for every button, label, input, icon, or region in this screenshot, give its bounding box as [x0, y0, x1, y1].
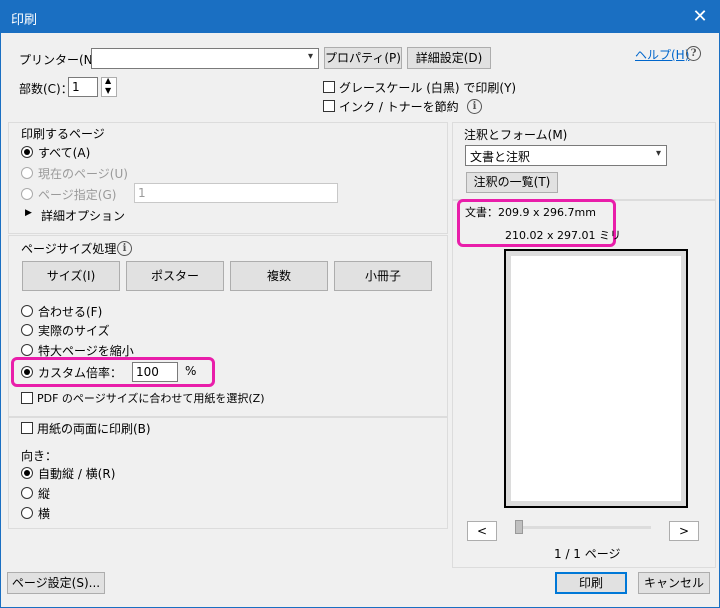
properties-button[interactable]: プロパティ(P) [324, 47, 402, 69]
actual-size-label: 実際のサイズ [38, 324, 110, 338]
copies-label: 部数(C)： [19, 82, 73, 96]
current-page-radio[interactable] [21, 167, 33, 179]
info-icon[interactable]: i [117, 241, 132, 256]
info-icon[interactable]: i [467, 99, 482, 114]
fit-radio[interactable] [21, 305, 33, 317]
comments-title: 注釈とフォーム(M) [464, 128, 568, 142]
page-slider-track[interactable] [515, 526, 651, 529]
portrait-radio[interactable] [21, 487, 33, 499]
page-range-value: 1 [138, 186, 146, 200]
print-dialog: 印刷 ✕ プリンター(N)： ▾ プロパティ(P) 詳細設定(D) ヘルプ(H)… [0, 0, 720, 608]
advanced-button[interactable]: 詳細設定(D) [407, 47, 491, 69]
duplex-checkbox[interactable] [21, 422, 33, 434]
copies-value: 1 [72, 80, 80, 94]
save-ink-checkbox[interactable] [323, 100, 335, 112]
grayscale-label: グレースケール (白黒) で印刷(Y) [339, 81, 517, 95]
comments-select-value: 文書と注釈 [470, 150, 531, 164]
chevron-down-icon: ▾ [307, 51, 313, 62]
current-page-label: 現在のページ(U) [38, 167, 128, 181]
booklet-tab-button[interactable]: 小冊子 [334, 261, 432, 291]
custom-scale-label: カスタム倍率： [38, 366, 123, 380]
print-button[interactable]: 印刷 [555, 572, 627, 594]
orientation-title: 向き： [21, 449, 58, 463]
window-title: 印刷 [11, 13, 38, 28]
landscape-label: 横 [38, 507, 51, 521]
paper-size: 210.02 x 297.01 ミリ [505, 229, 621, 242]
shrink-radio[interactable] [21, 344, 33, 356]
help-icon[interactable]: ? [686, 46, 701, 61]
spin-up-icon[interactable]: ▲ [105, 76, 111, 85]
page-counter: 1 / 1 ページ [554, 547, 621, 561]
auto-orientation-radio[interactable] [21, 467, 33, 479]
spin-down-icon[interactable]: ▼ [105, 86, 111, 95]
save-ink-label: インク / トナーを節約 [339, 100, 459, 114]
size-title: ページサイズ処理 [21, 242, 117, 256]
page-preview [504, 249, 688, 508]
more-options-link[interactable]: 詳細オプション [41, 207, 125, 224]
page-setup-button[interactable]: ページ設定(S)... [7, 572, 105, 594]
custom-scale-input[interactable]: 100 [132, 362, 178, 382]
poster-tab-button[interactable]: ポスター [126, 261, 224, 291]
all-pages-label: すべて(A) [38, 146, 91, 160]
size-tab-button[interactable]: サイズ(I) [22, 261, 120, 291]
choose-paper-label: PDF のページサイズに合わせて用紙を選択(Z) [37, 392, 265, 405]
custom-scale-radio[interactable] [21, 366, 33, 378]
next-page-button[interactable]: > [669, 521, 699, 541]
document-size: 文書：209.9 x 296.7mm [465, 206, 596, 219]
page-range-label: ページ指定(G) [38, 188, 117, 202]
duplex-label: 用紙の両面に印刷(B) [37, 422, 151, 436]
help-link[interactable]: ヘルプ(H) [635, 46, 689, 63]
landscape-radio[interactable] [21, 507, 33, 519]
page-slider-thumb[interactable] [515, 520, 523, 534]
auto-orientation-label: 自動縦 / 横(R) [38, 467, 116, 481]
copies-input[interactable]: 1 [68, 77, 98, 97]
multiple-tab-button[interactable]: 複数 [230, 261, 328, 291]
comments-select[interactable]: 文書と注釈 ▾ [465, 145, 667, 166]
all-pages-radio[interactable] [21, 146, 33, 158]
previous-page-button[interactable]: < [467, 521, 497, 541]
grayscale-checkbox[interactable] [323, 81, 335, 93]
expand-arrow-icon[interactable]: ▶ [25, 208, 32, 218]
percent-unit: % [185, 364, 197, 378]
actual-size-radio[interactable] [21, 324, 33, 336]
title-bar: 印刷 ✕ [1, 1, 719, 33]
close-icon[interactable]: ✕ [687, 4, 713, 30]
portrait-label: 縦 [38, 487, 51, 501]
pages-title: 印刷するページ [21, 127, 105, 141]
chevron-down-icon: ▾ [655, 148, 661, 159]
summarize-comments-button[interactable]: 注釈の一覧(T) [466, 172, 558, 193]
page-preview-sheet [511, 256, 681, 501]
printer-select[interactable]: ▾ [91, 48, 319, 69]
page-range-radio[interactable] [21, 188, 33, 200]
fit-label: 合わせる(F) [38, 305, 103, 319]
copies-spinner[interactable]: ▲ ▼ [101, 76, 117, 97]
page-range-input[interactable]: 1 [134, 183, 338, 203]
custom-scale-value: 100 [136, 365, 159, 379]
choose-paper-checkbox[interactable] [21, 392, 33, 404]
cancel-button[interactable]: キャンセル [638, 572, 710, 594]
